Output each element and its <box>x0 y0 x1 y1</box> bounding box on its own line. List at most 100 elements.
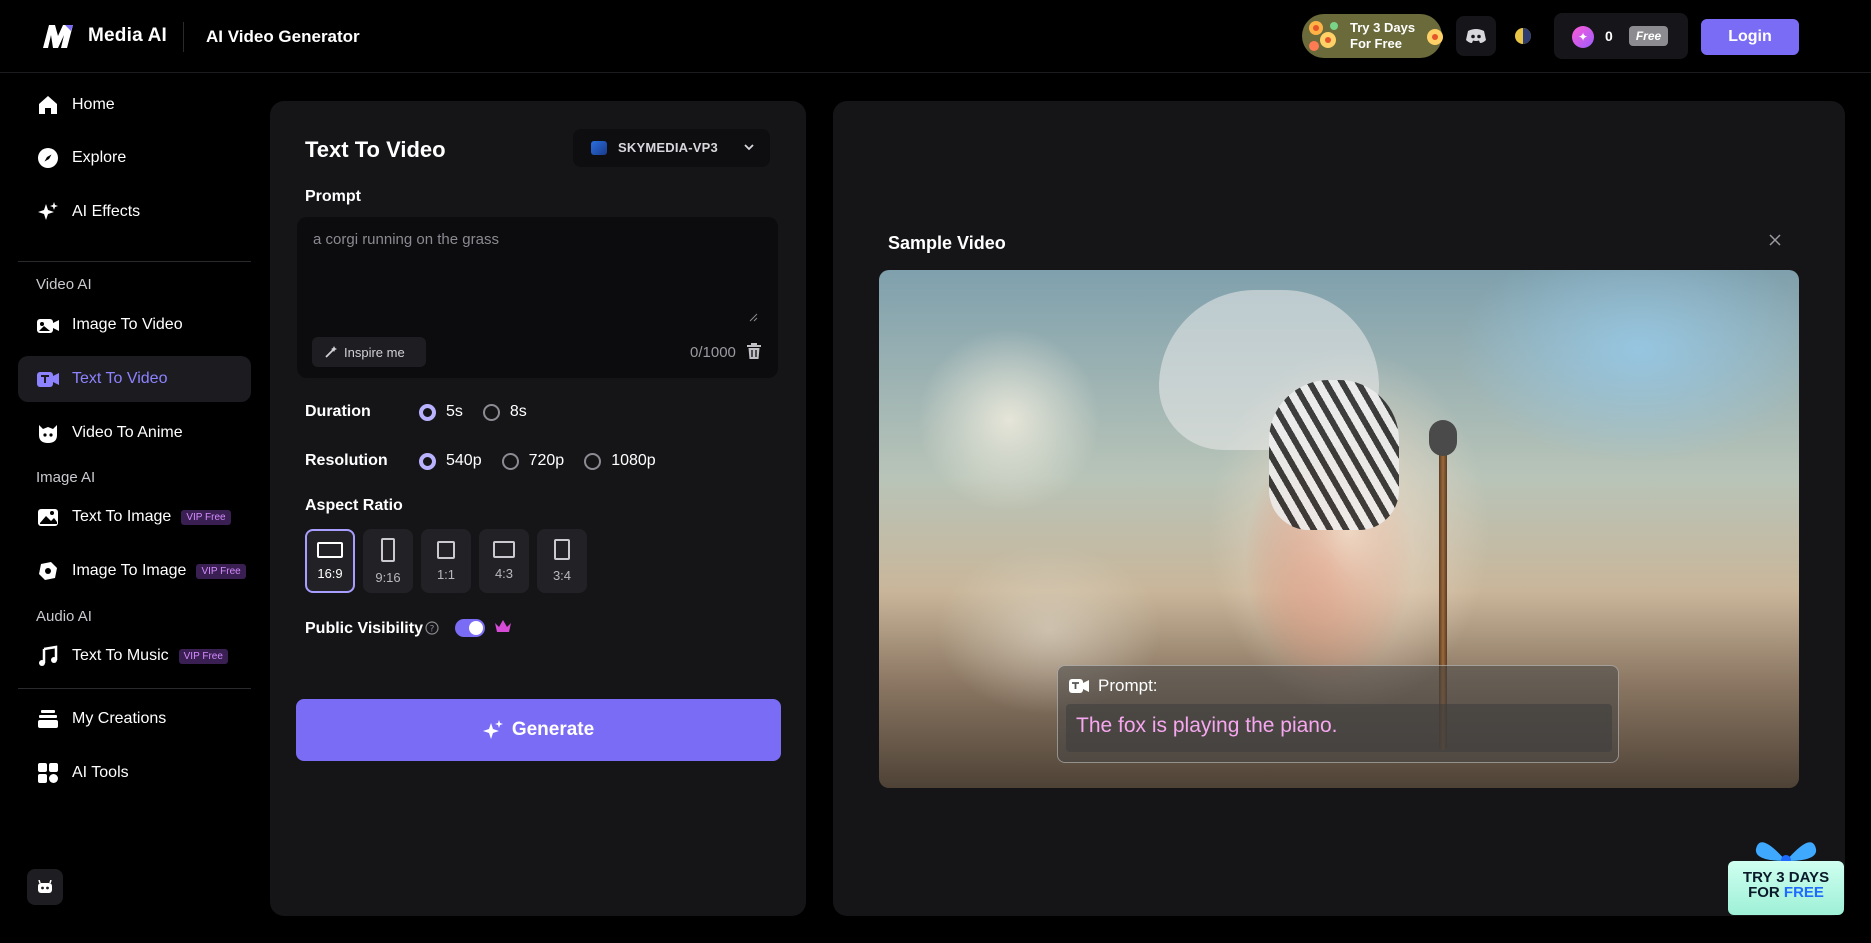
video-mic-head <box>1429 420 1457 456</box>
trial-line-2: For Free <box>1350 36 1403 51</box>
radio-icon <box>419 403 436 421</box>
radio-icon <box>419 452 436 470</box>
resolution-value: 540p <box>446 452 482 469</box>
portrait-icon <box>381 537 395 562</box>
sidebar-section-audio: Audio AI <box>36 608 92 625</box>
sample-video-title: Sample Video <box>888 233 1006 253</box>
panel-title: Text To Video <box>305 137 446 162</box>
vip-badge: VIP Free <box>181 509 231 525</box>
aspect-value: 1:1 <box>436 566 456 582</box>
resolution-option-1080p[interactable]: 1080p <box>584 452 656 470</box>
sidebar-item-my-creations[interactable]: My Creations <box>18 696 251 742</box>
portrait-icon <box>554 539 570 560</box>
sidebar-item-label: AI Effects <box>72 203 141 220</box>
flower-icon <box>1309 21 1338 51</box>
sidebar-item-label: Home <box>72 96 115 113</box>
sidebar-item-text-to-video[interactable]: Text To Video <box>18 356 251 402</box>
trial-line-1: Try 3 Days <box>1350 20 1416 35</box>
public-visibility-label: Public Visibility <box>305 620 423 637</box>
duration-option-5s[interactable]: 5s <box>419 403 463 421</box>
credit-count: 0 <box>1605 28 1613 44</box>
music-icon <box>36 644 60 668</box>
sidebar-item-label: Explore <box>72 149 127 166</box>
crown-icon <box>495 620 511 632</box>
media-ai-logo-icon[interactable] <box>40 20 76 52</box>
sidebar-item-video-to-anime[interactable]: Video To Anime <box>18 410 251 456</box>
text-video-icon <box>1068 677 1090 695</box>
sample-video-panel: Sample Video Prompt: The fox is playing … <box>833 101 1845 916</box>
duration-value: 5s <box>446 403 463 420</box>
model-name: SKYMEDIA-VP3 <box>618 140 718 155</box>
text-video-icon <box>36 367 60 391</box>
sidebar-item-home[interactable]: Home <box>18 82 251 128</box>
model-icon <box>591 141 607 155</box>
login-button[interactable]: Login <box>1701 19 1799 55</box>
sparkle-icon <box>482 720 503 740</box>
aspect-value: 4:3 <box>494 566 514 581</box>
resolution-option-720p[interactable]: 720p <box>501 452 565 470</box>
sidebar-item-text-to-music[interactable]: Text To Music VIP Free <box>18 633 251 679</box>
duration-value: 8s <box>509 403 527 420</box>
close-icon[interactable] <box>1768 233 1782 247</box>
aspect-value: 16:9 <box>317 565 343 581</box>
promo-line-2: FOR FREE <box>1728 885 1844 900</box>
sidebar-item-label: My Creations <box>72 710 167 727</box>
aspect-value: 9:16 <box>375 569 401 585</box>
sample-video[interactable]: Prompt: The fox is playing the piano. <box>879 270 1799 788</box>
home-icon <box>36 93 60 117</box>
sparkle-icon <box>36 200 60 224</box>
credit-icon: ✦ <box>1572 26 1594 48</box>
video-subject-zebra <box>1269 380 1399 530</box>
sidebar-item-label: Text To Video <box>72 370 168 387</box>
text-image-icon <box>36 505 60 529</box>
promo-line-2a: FOR <box>1748 884 1784 901</box>
assistant-button[interactable] <box>27 869 63 905</box>
resolution-value: 1080p <box>611 452 656 469</box>
model-select[interactable]: SKYMEDIA-VP3 <box>573 129 770 167</box>
aspect-option-16-9[interactable]: 16:9 <box>305 529 355 593</box>
sidebar-item-text-to-image[interactable]: Text To Image VIP Free <box>18 494 251 540</box>
try-free-promo[interactable]: TRY 3 DAYS FOR FREE <box>1728 831 1844 915</box>
resize-handle-icon[interactable] <box>748 312 758 322</box>
trash-icon[interactable] <box>746 343 762 360</box>
landscape-icon <box>493 541 515 558</box>
sidebar-item-ai-tools[interactable]: AI Tools <box>18 750 251 796</box>
aspect-option-1-1[interactable]: 1:1 <box>421 529 471 593</box>
credits-box[interactable]: ✦ 0 Free <box>1554 13 1688 59</box>
duration-label: Duration <box>305 403 371 420</box>
inspire-me-button[interactable]: Inspire me <box>312 337 426 367</box>
sidebar-item-ai-effects[interactable]: AI Effects <box>18 189 251 235</box>
sidebar-section-video: Video AI <box>36 276 92 293</box>
brand-name[interactable]: Media AI <box>88 25 167 47</box>
aspect-option-3-4[interactable]: 3:4 <box>537 529 587 593</box>
sidebar-item-image-to-image[interactable]: Image To Image VIP Free <box>18 548 251 594</box>
promo-line-1: TRY 3 DAYS <box>1742 869 1830 886</box>
aspect-option-9-16[interactable]: 9:16 <box>363 529 413 593</box>
top-bar: Media AI AI Video Generator Try 3 Days F… <box>0 0 1871 73</box>
help-icon[interactable]: ? <box>425 621 439 635</box>
page-title: AI Video Generator <box>206 27 360 46</box>
discord-button[interactable] <box>1456 16 1496 56</box>
aspect-ratio-label: Aspect Ratio <box>305 497 403 514</box>
duration-option-8s[interactable]: 8s <box>482 403 527 421</box>
sidebar-item-explore[interactable]: Explore <box>18 135 251 181</box>
prompt-input[interactable]: a corgi running on the grass Inspire me … <box>297 217 778 378</box>
visibility-toggle[interactable] <box>455 619 485 637</box>
try-free-banner[interactable]: Try 3 Days For Free <box>1302 14 1443 58</box>
toggle-knob <box>469 621 483 635</box>
svg-text:?: ? <box>430 625 435 635</box>
text-to-video-panel: Text To Video SKYMEDIA-VP3 Prompt a corg… <box>270 101 806 916</box>
image-video-icon <box>36 313 60 337</box>
magic-wand-icon <box>324 345 338 359</box>
header-divider <box>183 22 184 52</box>
aspect-option-4-3[interactable]: 4:3 <box>479 529 529 593</box>
radio-icon <box>482 403 500 421</box>
gift-bow-icon <box>1755 842 1817 865</box>
resolution-options: 540p 720p 1080p <box>419 452 676 470</box>
resolution-value: 720p <box>528 452 565 469</box>
sidebar-item-image-to-video[interactable]: Image To Video <box>18 302 251 348</box>
radio-icon <box>501 452 519 470</box>
generate-button[interactable]: Generate <box>296 699 781 761</box>
resolution-option-540p[interactable]: 540p <box>419 452 482 470</box>
theme-toggle-button[interactable] <box>1503 16 1543 56</box>
